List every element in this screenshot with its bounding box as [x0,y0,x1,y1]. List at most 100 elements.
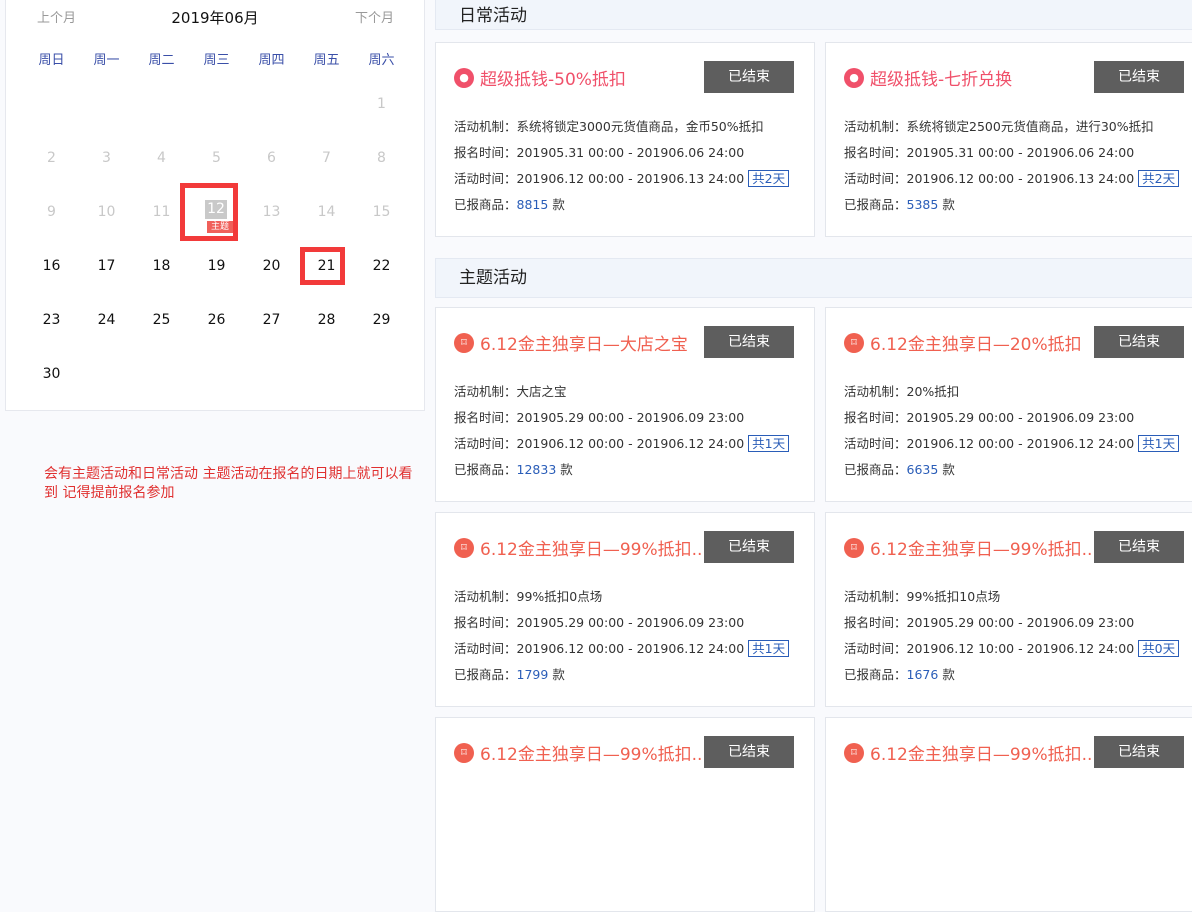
registration-time-value: 201905.29 00:00 - 201906.09 23:00 [907,615,1135,630]
card-title[interactable]: ⌑6.12金主独享日—99%抵扣... [454,740,708,765]
bookmark-icon: ⌑ [454,538,474,558]
card-title[interactable]: ⌑6.12金主独享日—99%抵扣... [844,740,1098,765]
product-count-value[interactable]: 8815 [517,197,549,212]
unit-label: 款 [942,462,955,477]
next-month-button[interactable]: 下个月 [355,7,394,26]
activity-time-value: 201906.12 00:00 - 201906.12 24:00 [517,436,745,451]
card-title-text[interactable]: 6.12金主独享日—大店之宝 [480,330,688,355]
mechanism-line: 活动机制：系统将锁定3000元货值商品，金币50%抵扣 [454,116,764,135]
card-title[interactable]: ● 超级抵钱-50%抵扣 [454,65,626,90]
status-ended-button[interactable]: 已结束 [1094,326,1184,358]
status-ended-button[interactable]: 已结束 [704,326,794,358]
activity-time-line: 活动时间：201906.12 00:00 - 201906.12 24:00共1… [454,638,789,657]
card-title-text[interactable]: 6.12金主独享日—99%抵扣... [480,740,708,765]
calendar-day[interactable]: 28 [299,293,354,347]
calendar-day[interactable]: 9 [24,185,79,239]
activity-time-label: 活动时间： [844,641,907,656]
card-title[interactable]: ⌑6.12金主独享日—99%抵扣... [844,535,1098,560]
calendar-day[interactable]: 1 [354,77,409,131]
calendar-day[interactable]: 8 [354,131,409,185]
registration-time-label: 报名时间： [454,410,517,425]
status-ended-button[interactable]: 已结束 [1094,61,1184,93]
status-ended-button[interactable]: 已结束 [704,531,794,563]
activity-time-line: 活动时间：201906.12 10:00 - 201906.12 24:00共0… [844,638,1179,657]
card-title-text[interactable]: 6.12金主独享日—99%抵扣... [870,535,1098,560]
product-count-label: 已报商品： [454,462,517,477]
registration-time-value: 201905.29 00:00 - 201906.09 23:00 [907,410,1135,425]
registration-time-line: 报名时间：201905.29 00:00 - 201906.09 23:00 [454,407,744,426]
mechanism-value: 大店之宝 [517,384,567,399]
calendar-day[interactable]: 30 [24,347,79,401]
registration-time-line: 报名时间：201905.29 00:00 - 201906.09 23:00 [844,612,1134,631]
registration-time-value: 201905.29 00:00 - 201906.09 23:00 [517,410,745,425]
duration-badge: 共1天 [1138,435,1179,452]
product-count-value[interactable]: 6635 [907,462,939,477]
calendar-day[interactable]: 27 [244,293,299,347]
mechanism-value: 20%抵扣 [907,384,960,399]
activity-time-label: 活动时间： [844,171,907,186]
product-count-value[interactable]: 1676 [907,667,939,682]
status-ended-button[interactable]: 已结束 [704,736,794,768]
product-count-label: 已报商品： [454,667,517,682]
card-title[interactable]: ●超级抵钱-七折兑换 [844,65,1012,90]
duration-badge: 共0天 [1138,640,1179,657]
calendar-day[interactable]: 20 [244,239,299,293]
duration-badge: 共2天 [748,170,789,187]
registration-time-line: 报名时间：201905.29 00:00 - 201906.09 23:00 [844,407,1134,426]
card-title-text[interactable]: 6.12金主独享日—99%抵扣... [870,740,1098,765]
calendar-day[interactable]: 7 [299,131,354,185]
calendar-day[interactable]: 26 [189,293,244,347]
activity-time-line: 活动时间：201906.12 00:00 - 201906.12 24:00共1… [844,433,1179,452]
mechanism-value: 99%抵扣10点场 [907,589,1001,604]
activity-time-line: 活动时间：201906.12 00:00 - 201906.13 24:00共2… [454,168,789,187]
calendar-day[interactable]: 17 [79,239,134,293]
status-ended-button[interactable]: 已结束 [1094,531,1184,563]
calendar: 上个月 2019年06月 下个月 周日周一周二周三周四周五周六123456789… [5,0,425,411]
weekday-header: 周三 [189,49,244,68]
activity-time-value: 201906.12 00:00 - 201906.12 24:00 [517,641,745,656]
calendar-day[interactable]: 22 [354,239,409,293]
product-count-value[interactable]: 12833 [517,462,557,477]
card-title-text[interactable]: 6.12金主独享日—20%抵扣 [870,330,1082,355]
calendar-day[interactable]: 25 [134,293,189,347]
calendar-day[interactable]: 2 [24,131,79,185]
card-title-text[interactable]: 超级抵钱-50%抵扣 [480,65,626,90]
calendar-day[interactable]: 13 [244,185,299,239]
calendar-day[interactable]: 23 [24,293,79,347]
card-title[interactable]: ⌑ 6.12金主独享日—99%抵扣... [454,535,708,560]
calendar-day[interactable]: 19 [189,239,244,293]
card-title[interactable]: ⌑6.12金主独享日—大店之宝 [454,330,688,355]
status-ended-button[interactable]: 已结束 [1094,736,1184,768]
card-title-text[interactable]: 6.12金主独享日—99%抵扣... [480,535,708,560]
unit-label: 款 [560,462,573,477]
calendar-day[interactable]: 15 [354,185,409,239]
product-count-value[interactable]: 1799 [517,667,549,682]
calendar-day-12[interactable]: 12 [205,200,227,219]
product-count-value[interactable]: 5385 [907,197,939,212]
mechanism-label: 活动机制： [454,384,517,399]
weekday-header: 周六 [354,49,409,68]
activity-card: ⌑6.12金主独享日—20%抵扣已结束活动机制：20%抵扣报名时间：201905… [825,307,1192,502]
card-title[interactable]: ⌑6.12金主独享日—20%抵扣 [844,330,1082,355]
calendar-day[interactable]: 29 [354,293,409,347]
card-title-text[interactable]: 超级抵钱-七折兑换 [870,65,1012,90]
mechanism-label: 活动机制： [844,119,907,134]
calendar-day[interactable]: 6 [244,131,299,185]
calendar-day[interactable]: 4 [134,131,189,185]
calendar-day[interactable]: 24 [79,293,134,347]
status-ended-button[interactable]: 已结束 [704,61,794,93]
product-count-line: 已报商品：5385款 [844,194,955,213]
user-icon: ● [454,68,474,88]
mechanism-label: 活动机制： [454,119,517,134]
calendar-day[interactable]: 18 [134,239,189,293]
activity-time-line: 活动时间：201906.12 00:00 - 201906.13 24:00共2… [844,168,1179,187]
activity-time-label: 活动时间： [454,436,517,451]
calendar-day[interactable]: 14 [299,185,354,239]
calendar-day[interactable]: 5 [189,131,244,185]
product-count-label: 已报商品： [454,197,517,212]
calendar-day[interactable]: 10 [79,185,134,239]
product-count-line: 已报商品：6635款 [844,459,955,478]
calendar-day[interactable]: 3 [79,131,134,185]
activity-time-value: 201906.12 10:00 - 201906.12 24:00 [907,641,1135,656]
calendar-day[interactable]: 16 [24,239,79,293]
